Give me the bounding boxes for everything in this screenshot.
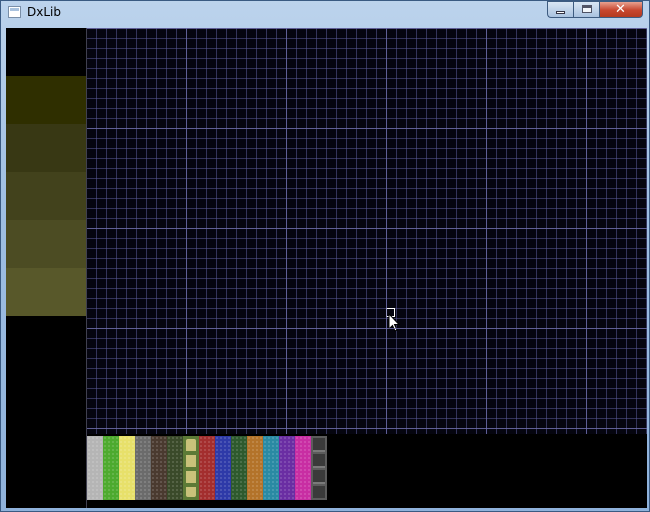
title-bar[interactable]: DxLib ✕	[1, 1, 649, 25]
tile-stone-blocks[interactable]	[311, 436, 327, 500]
window-title: DxLib	[27, 5, 61, 19]
color-swatch-column	[6, 76, 86, 316]
tile-palette	[87, 436, 327, 500]
tile-teal[interactable]	[263, 436, 279, 500]
minimize-icon	[556, 11, 565, 14]
tile-gravel[interactable]	[87, 436, 103, 500]
minimize-button[interactable]	[547, 1, 573, 18]
grid-major-line	[86, 28, 647, 29]
tile-orange[interactable]	[247, 436, 263, 500]
tile-blue[interactable]	[215, 436, 231, 500]
color-swatch[interactable]	[6, 268, 86, 316]
grid-major-line	[86, 228, 647, 229]
grid-major-line	[386, 28, 387, 434]
arrow-cursor-icon	[388, 313, 401, 332]
tile-stone[interactable]	[135, 436, 151, 500]
tile-magenta[interactable]	[295, 436, 311, 500]
grid-major-line	[86, 128, 647, 129]
tile-grass[interactable]	[103, 436, 119, 500]
tile-red[interactable]	[199, 436, 215, 500]
color-swatch[interactable]	[6, 76, 86, 124]
grid-major-line	[286, 28, 287, 434]
grid-major-line	[586, 28, 587, 434]
close-button[interactable]: ✕	[599, 1, 643, 18]
color-swatch[interactable]	[6, 124, 86, 172]
color-swatch[interactable]	[6, 220, 86, 268]
grid-major-line	[86, 428, 647, 429]
caption-buttons: ✕	[547, 1, 643, 18]
maximize-button[interactable]	[573, 1, 599, 18]
grid-major-line	[86, 328, 647, 329]
tile-purple[interactable]	[279, 436, 295, 500]
map-grid-canvas[interactable]	[86, 28, 647, 434]
color-swatch[interactable]	[6, 172, 86, 220]
grid-major-line	[486, 28, 487, 434]
grid-major-line	[186, 28, 187, 434]
tile-sand[interactable]	[119, 436, 135, 500]
maximize-icon	[582, 5, 592, 13]
app-window-icon[interactable]	[8, 6, 21, 18]
app-window: DxLib ✕	[0, 0, 650, 512]
close-icon: ✕	[615, 2, 626, 17]
tile-dark-green[interactable]	[231, 436, 247, 500]
tile-moss[interactable]	[167, 436, 183, 500]
tile-sand-blocks[interactable]	[183, 436, 199, 500]
tile-dirt[interactable]	[151, 436, 167, 500]
client-area	[6, 28, 647, 508]
